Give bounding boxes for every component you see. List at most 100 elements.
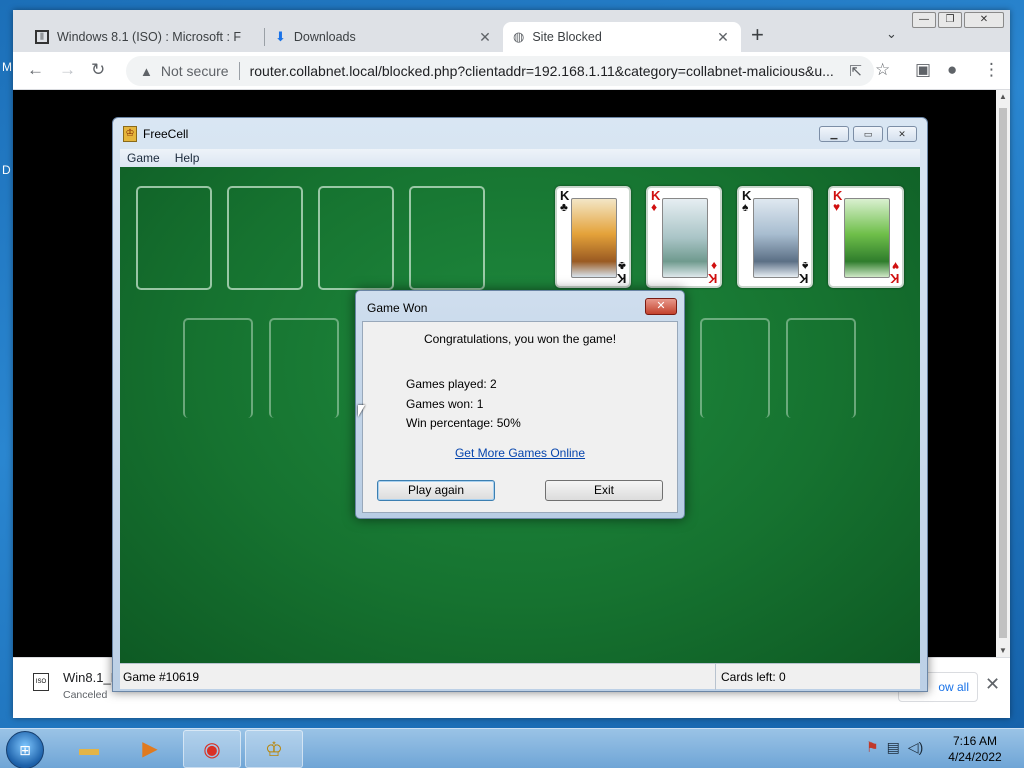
exit-button[interactable]: Exit xyxy=(545,480,663,501)
heart-suit-icon: ♥ xyxy=(891,259,899,273)
foundation-card[interactable]: K ♦ K ♦ xyxy=(646,186,722,288)
king-artwork xyxy=(662,198,708,278)
freecell-taskbar-button[interactable]: ♔ xyxy=(245,730,303,768)
close-icon[interactable]: ✕ xyxy=(715,29,731,46)
volume-icon[interactable]: ◁) xyxy=(908,739,923,756)
menu-bar: Game Help xyxy=(120,149,920,167)
mouse-cursor-icon xyxy=(358,405,365,417)
club-suit-icon: ♣ xyxy=(560,200,568,214)
king-card-icon: ♔ xyxy=(123,126,137,142)
download-item[interactable]: ISO Win8.1_E Canceled xyxy=(33,670,119,701)
tableau-column[interactable] xyxy=(786,318,856,418)
system-tray: ⚑ ▤ ◁) xyxy=(866,739,923,756)
tab-site-blocked[interactable]: ◍ Site Blocked ✕ xyxy=(503,22,741,52)
free-cell[interactable] xyxy=(318,186,394,290)
spade-suit-icon: ♠ xyxy=(742,200,749,214)
tableau-column[interactable] xyxy=(700,318,770,418)
more-games-link[interactable]: Get More Games Online xyxy=(363,446,677,460)
download-status: Canceled xyxy=(63,689,108,701)
back-arrow-icon[interactable]: ← xyxy=(27,60,44,80)
page-scrollbar[interactable]: ▲ ▼ xyxy=(996,90,1010,657)
window-controls: — ❐ ✕ xyxy=(910,12,1004,28)
clock[interactable]: 7:16 AM 4/24/2022 xyxy=(940,733,1010,765)
diamond-suit-icon: ♦ xyxy=(710,259,717,273)
menu-dots-icon[interactable]: ⋮ xyxy=(983,60,1000,80)
chrome-icon: ◉ xyxy=(203,739,221,761)
dialog-title: Game Won xyxy=(367,301,428,315)
tab-strip: ⫼ Windows 8.1 (ISO) : Microsoft : F ⬇ Do… xyxy=(13,10,1010,52)
media-player-icon: ▶ xyxy=(142,738,158,760)
archive-icon: ⫼ xyxy=(35,30,49,44)
folder-icon: ▬ xyxy=(79,738,99,760)
window-title: ♔ FreeCell xyxy=(123,126,188,142)
network-icon[interactable]: ▤ xyxy=(887,739,900,756)
tab-windows-iso[interactable]: ⫼ Windows 8.1 (ISO) : Microsoft : F xyxy=(25,22,265,52)
minimize-button[interactable]: ▁ xyxy=(819,126,849,142)
tab-label: Site Blocked xyxy=(532,30,602,44)
scroll-down-icon[interactable]: ▼ xyxy=(996,646,1010,655)
card-rank: K xyxy=(707,271,717,286)
card-rank: K xyxy=(616,271,626,286)
warning-icon: ▲ xyxy=(140,63,153,79)
card-rank: K xyxy=(889,271,899,286)
status-bar: Game #10619 Cards left: 0 xyxy=(120,663,920,690)
reload-icon[interactable]: ↻ xyxy=(91,60,105,80)
address-bar[interactable]: ▲ Not secure router.collabnet.local/bloc… xyxy=(126,56,874,86)
start-button[interactable]: ⊞ xyxy=(6,731,44,768)
browser-toolbar: ← → ↻ ▲ Not secure router.collabnet.loca… xyxy=(13,52,1010,90)
close-button[interactable]: ✕ xyxy=(964,12,1004,28)
tab-label: Downloads xyxy=(293,30,356,44)
side-panel-icon[interactable]: ▣ xyxy=(915,60,931,80)
forward-arrow-icon[interactable]: → xyxy=(59,60,76,80)
foundation-card[interactable]: K ♠ K ♠ xyxy=(737,186,813,288)
close-button[interactable]: ✕ xyxy=(645,298,677,315)
foundation-card[interactable]: K ♥ K ♥ xyxy=(828,186,904,288)
tableau-column[interactable] xyxy=(269,318,339,418)
chrome-taskbar-button[interactable]: ◉ xyxy=(183,730,241,768)
tab-downloads[interactable]: ⬇ Downloads ✕ xyxy=(265,22,503,52)
profile-avatar-icon[interactable]: ● xyxy=(947,60,957,80)
tab-label: Windows 8.1 (ISO) : Microsoft : F xyxy=(57,30,242,44)
foundation-card[interactable]: K ♣ K ♣ xyxy=(555,186,631,288)
maximize-button[interactable]: ▭ xyxy=(853,126,883,142)
security-label[interactable]: Not secure xyxy=(161,63,229,79)
clock-time: 7:16 AM xyxy=(952,734,998,748)
close-icon[interactable]: ✕ xyxy=(985,674,1000,695)
free-cell[interactable] xyxy=(136,186,212,290)
heart-suit-icon: ♥ xyxy=(833,200,841,214)
scroll-up-icon[interactable]: ▲ xyxy=(996,92,1010,101)
free-cell[interactable] xyxy=(409,186,485,290)
close-icon[interactable]: ✕ xyxy=(477,29,493,46)
close-button[interactable]: ✕ xyxy=(887,126,917,142)
download-icon: ⬇ xyxy=(275,29,286,44)
divider xyxy=(238,62,240,80)
free-cell[interactable] xyxy=(227,186,303,290)
bookmark-star-icon[interactable]: ☆ xyxy=(875,60,890,80)
scrollbar-thumb[interactable] xyxy=(999,108,1007,638)
globe-icon: ◍ xyxy=(513,29,525,44)
action-center-icon[interactable]: ⚑ xyxy=(866,739,879,756)
chevron-down-icon[interactable]: ⌄ xyxy=(886,26,897,42)
new-tab-button[interactable]: + xyxy=(751,24,764,46)
dialog-body: Congratulations, you won the game! Games… xyxy=(362,321,678,513)
menu-game[interactable]: Game xyxy=(127,151,160,165)
king-artwork xyxy=(753,198,799,278)
share-icon[interactable]: ⇱ xyxy=(849,62,862,80)
menu-help[interactable]: Help xyxy=(175,151,200,165)
divider xyxy=(715,664,716,690)
game-won-dialog: Game Won ✕ Congratulations, you won the … xyxy=(355,290,685,519)
media-player-taskbar-button[interactable]: ▶ xyxy=(121,730,179,768)
play-again-button[interactable]: Play again xyxy=(377,480,495,501)
desktop-icon-label: M xyxy=(2,60,12,74)
minimize-button[interactable]: — xyxy=(912,12,936,28)
king-artwork xyxy=(571,198,617,278)
spade-suit-icon: ♠ xyxy=(801,259,808,273)
url-text[interactable]: router.collabnet.local/blocked.php?clien… xyxy=(250,63,838,79)
games-played: Games played: 2 xyxy=(406,377,497,391)
desktop-icon-label: D xyxy=(2,163,11,177)
clock-date: 4/24/2022 xyxy=(948,750,1002,764)
download-file-name: Win8.1_E xyxy=(63,670,120,685)
tableau-column[interactable] xyxy=(183,318,253,418)
explorer-taskbar-button[interactable]: ▬ xyxy=(60,730,118,768)
maximize-button[interactable]: ❐ xyxy=(938,12,962,28)
